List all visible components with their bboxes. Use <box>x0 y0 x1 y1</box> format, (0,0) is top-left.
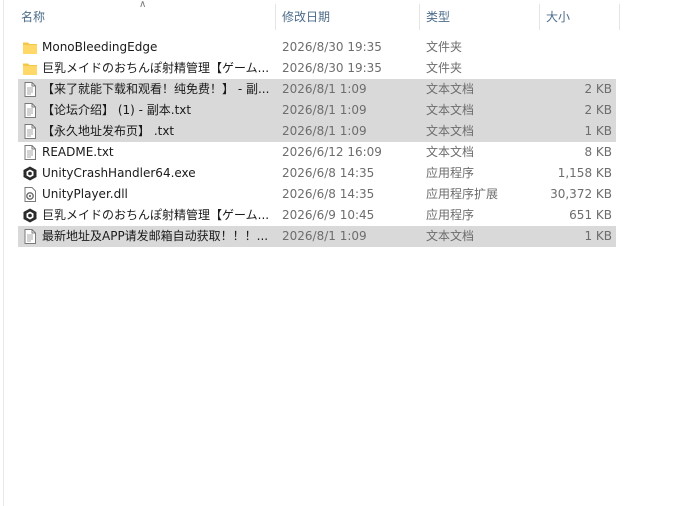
folder-icon <box>22 61 38 76</box>
file-size: 8 KB <box>584 145 612 159</box>
file-date: 2026/6/8 14:35 <box>282 187 375 201</box>
file-type: 文本文档 <box>426 229 475 243</box>
file-row[interactable]: 最新地址及APP请发邮箱自动获取！！！... 2026/8/1 1:09 文本文档 1… <box>18 226 616 247</box>
unity-exe-icon <box>22 166 38 181</box>
file-type: 文本文档 <box>426 145 475 159</box>
text-file-icon <box>22 229 38 244</box>
file-size: 1 KB <box>584 124 612 138</box>
file-type: 文本文档 <box>426 82 475 96</box>
file-date: 2026/8/1 1:09 <box>282 103 367 117</box>
unity-exe-icon <box>22 208 38 223</box>
file-date: 2026/6/12 16:09 <box>282 145 382 159</box>
file-size <box>538 58 612 79</box>
file-size: 1,158 KB <box>557 166 612 180</box>
file-type: 文本文档 <box>426 124 475 138</box>
file-row[interactable]: 【来了就能下载和观看！纯免费！】 - 副... 2026/8/1 1:09 文本文档… <box>18 79 616 100</box>
file-date: 2026/8/1 1:09 <box>282 82 367 96</box>
file-date: 2026/8/30 19:35 <box>282 61 382 75</box>
file-date: 2026/8/1 1:09 <box>282 124 367 138</box>
file-type: 应用程序 <box>426 208 475 222</box>
column-header-name[interactable]: 名称 <box>21 0 45 34</box>
column-divider[interactable] <box>619 4 620 30</box>
file-name: 【来了就能下载和观看！纯免费！】 - 副... <box>42 82 270 96</box>
file-name: 巨乳メイドのおちんぽ射精管理【ゲーム... <box>42 208 270 222</box>
file-type: 文件夹 <box>426 40 463 54</box>
text-file-icon <box>22 103 38 118</box>
file-name: MonoBleedingEdge <box>42 40 158 54</box>
file-row[interactable]: MonoBleedingEdge 2026/8/30 19:35 文件夹 <box>18 37 616 58</box>
file-row[interactable]: 巨乳メイドのおちんぽ射精管理【ゲーム... 2026/6/9 10:45 应用程序 6… <box>18 205 616 226</box>
file-size: 2 KB <box>584 82 612 96</box>
file-name: 【永久地址发布页】 .txt <box>42 124 175 138</box>
file-row[interactable]: UnityCrashHandler64.exe 2026/6/8 14:35 应用程… <box>18 163 616 184</box>
file-size: 30,372 KB <box>550 187 612 201</box>
left-border <box>3 0 4 506</box>
file-type: 应用程序扩展 <box>426 187 499 201</box>
file-size <box>538 37 612 58</box>
file-name: UnityCrashHandler64.exe <box>42 166 196 180</box>
file-type: 应用程序 <box>426 166 475 180</box>
file-date: 2026/6/8 14:35 <box>282 166 375 180</box>
file-type: 文件夹 <box>426 61 463 75</box>
file-size: 651 KB <box>569 208 612 222</box>
dll-file-icon <box>22 187 38 202</box>
column-header: ∧ 名称 修改日期 类型 大小 <box>0 0 692 34</box>
column-header-size[interactable]: 大小 <box>546 0 570 34</box>
file-row[interactable]: UnityPlayer.dll 2026/6/8 14:35 应用程序扩展 30,37… <box>18 184 616 205</box>
file-name: UnityPlayer.dll <box>42 187 128 201</box>
file-date: 2026/8/30 19:35 <box>282 40 382 54</box>
column-header-date[interactable]: 修改日期 <box>282 0 330 34</box>
file-date: 2026/8/1 1:09 <box>282 229 367 243</box>
text-file-icon <box>22 145 38 160</box>
text-file-icon <box>22 124 38 139</box>
sort-up-icon[interactable]: ∧ <box>139 0 146 11</box>
file-name: 【论坛介绍】 (1) - 副本.txt <box>42 103 192 117</box>
column-header-type[interactable]: 类型 <box>426 0 450 34</box>
file-date: 2026/6/9 10:45 <box>282 208 375 222</box>
file-type: 文本文档 <box>426 103 475 117</box>
column-divider[interactable] <box>419 4 420 30</box>
column-divider[interactable] <box>275 4 276 30</box>
file-row[interactable]: 巨乳メイドのおちんぽ射精管理【ゲーム... 2026/8/30 19:35 文件夹 <box>18 58 616 79</box>
file-name: 巨乳メイドのおちんぽ射精管理【ゲーム... <box>42 61 270 75</box>
file-row[interactable]: 【永久地址发布页】 .txt 2026/8/1 1:09 文本文档 1 KB <box>18 121 616 142</box>
column-divider[interactable] <box>539 4 540 30</box>
file-size: 2 KB <box>584 103 612 117</box>
file-row[interactable]: README.txt 2026/6/12 16:09 文本文档 8 KB <box>18 142 616 163</box>
file-name: 最新地址及APP请发邮箱自动获取！！！... <box>42 229 269 243</box>
text-file-icon <box>22 82 38 97</box>
file-row[interactable]: 【论坛介绍】 (1) - 副本.txt 2026/8/1 1:09 文本文档 2 KB <box>18 100 616 121</box>
file-size: 1 KB <box>584 229 612 243</box>
file-name: README.txt <box>42 145 114 159</box>
folder-icon <box>22 40 38 55</box>
